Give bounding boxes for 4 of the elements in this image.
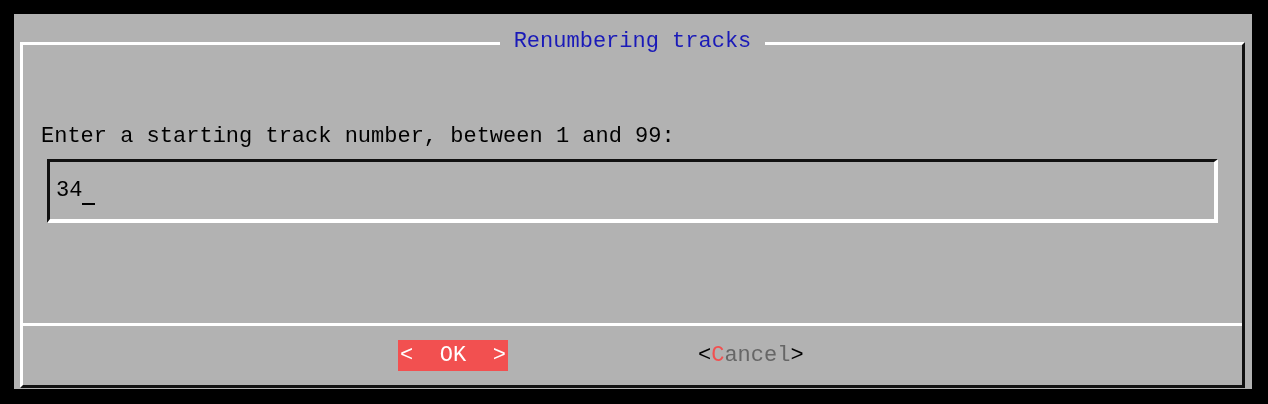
dialog-button[interactable]: <Cancel> [698,340,804,371]
prompt-text: Enter a starting track number, between 1 and 99: [41,123,676,151]
text-cursor [82,202,96,205]
number-input-field[interactable]: 34 [47,159,1218,223]
